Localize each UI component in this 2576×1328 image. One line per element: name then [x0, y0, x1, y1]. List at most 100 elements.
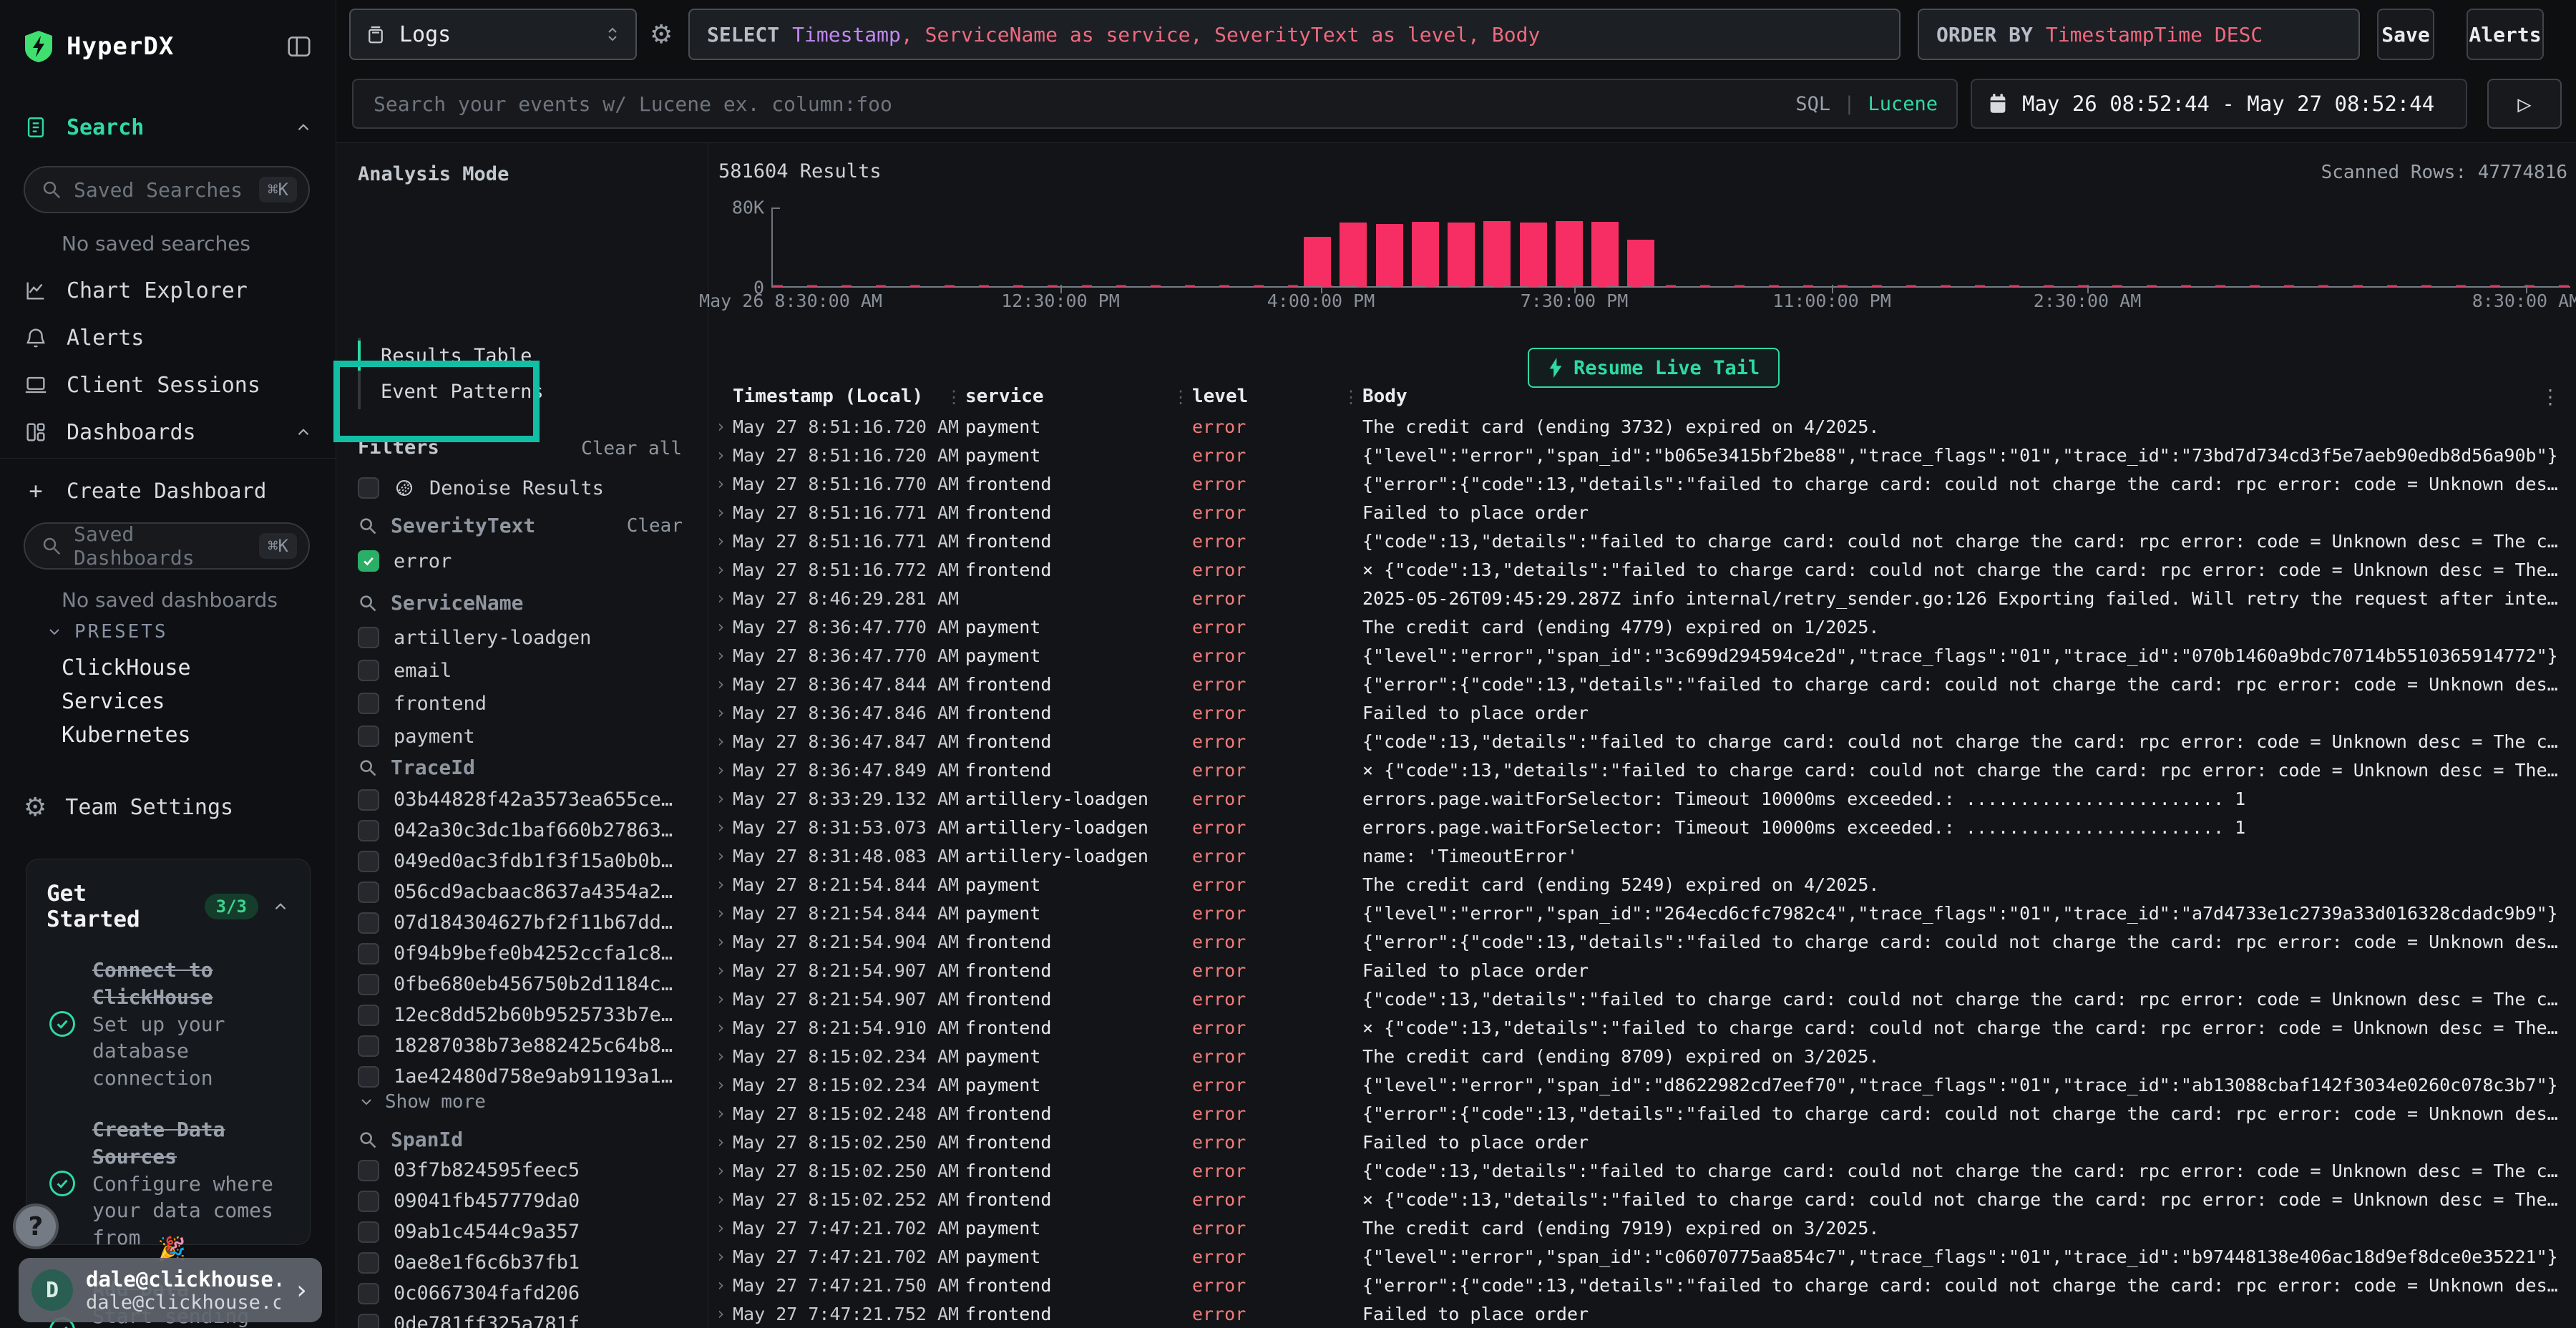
source-select[interactable]: Logs — [349, 9, 637, 60]
row-expand-chevron-icon[interactable]: › — [708, 1246, 733, 1266]
get-started-step[interactable]: Create Data Sources Configure where your… — [47, 1116, 290, 1251]
drag-handle-icon[interactable]: ⋮ — [945, 387, 962, 407]
row-expand-chevron-icon[interactable]: › — [708, 989, 733, 1009]
table-row[interactable]: › May 27 8:36:47.849 AM frontend error ×… — [708, 756, 2576, 784]
checkbox[interactable] — [358, 660, 379, 681]
table-row[interactable]: › May 27 8:36:47.844 AM frontend error {… — [708, 670, 2576, 698]
create-dashboard-button[interactable]: + Create Dashboard — [24, 471, 313, 511]
table-row[interactable]: › May 27 8:51:16.720 AM payment error {"… — [708, 441, 2576, 469]
table-row[interactable]: › May 27 8:21:54.904 AM frontend error {… — [708, 927, 2576, 956]
checkbox[interactable] — [358, 820, 379, 841]
table-row[interactable]: › May 27 8:15:02.250 AM frontend error F… — [708, 1128, 2576, 1156]
checkbox[interactable] — [358, 974, 379, 995]
filter-option[interactable]: artillery-loadgen — [358, 621, 687, 654]
row-expand-chevron-icon[interactable]: › — [708, 1017, 733, 1038]
checkbox[interactable] — [358, 1221, 379, 1243]
column-header-service[interactable]: ⋮service — [965, 386, 1192, 407]
row-expand-chevron-icon[interactable]: › — [708, 531, 733, 551]
row-expand-chevron-icon[interactable]: › — [708, 1103, 733, 1123]
table-row[interactable]: › May 27 7:47:21.702 AM payment error Th… — [708, 1214, 2576, 1242]
drag-handle-icon[interactable]: ⋮ — [1172, 387, 1189, 407]
row-expand-chevron-icon[interactable]: › — [708, 674, 733, 694]
row-expand-chevron-icon[interactable]: › — [708, 703, 733, 723]
sidebar-item-client-sessions[interactable]: Client Sessions — [24, 365, 313, 405]
drag-handle-icon[interactable]: ⋮ — [1342, 387, 1360, 407]
checkbox[interactable] — [358, 1252, 379, 1274]
row-expand-chevron-icon[interactable]: › — [708, 560, 733, 580]
table-row[interactable]: › May 27 8:21:54.910 AM frontend error ×… — [708, 1013, 2576, 1042]
table-row[interactable]: › May 27 8:51:16.772 AM frontend error ×… — [708, 555, 2576, 584]
table-row[interactable]: › May 27 8:15:02.250 AM frontend error {… — [708, 1156, 2576, 1185]
run-query-button[interactable]: ▷ — [2487, 79, 2562, 129]
chevron-up-icon[interactable] — [271, 897, 290, 916]
checkbox[interactable] — [358, 1314, 379, 1328]
row-expand-chevron-icon[interactable]: › — [708, 1304, 733, 1324]
table-row[interactable]: › May 27 8:21:54.907 AM frontend error {… — [708, 985, 2576, 1013]
table-row[interactable]: › May 27 8:36:47.847 AM frontend error {… — [708, 727, 2576, 756]
sidebar-collapse-icon[interactable] — [286, 33, 313, 60]
preset-item[interactable]: ClickHouse — [62, 651, 319, 685]
filter-option[interactable]: 07d184304627bf2f11b67dd… — [358, 907, 687, 938]
row-expand-chevron-icon[interactable]: › — [708, 645, 733, 665]
table-row[interactable]: › May 27 8:21:54.907 AM frontend error F… — [708, 956, 2576, 985]
filter-option[interactable]: 049ed0ac3fdb1f3f15a0b0b… — [358, 846, 687, 877]
table-row[interactable]: › May 27 7:47:21.752 AM frontend error F… — [708, 1299, 2576, 1328]
tab-results-table[interactable]: Results Table — [361, 338, 544, 374]
checkbox[interactable] — [358, 1066, 379, 1088]
order-by-input[interactable]: ORDER BY TimestampTime DESC — [1918, 9, 2360, 60]
select-clause-input[interactable]: SELECT Timestamp , ServiceName as servic… — [688, 9, 1901, 60]
search-icon[interactable] — [358, 516, 378, 536]
table-row[interactable]: › May 27 8:36:47.770 AM payment error Th… — [708, 612, 2576, 641]
lucene-toggle[interactable]: Lucene — [1868, 93, 1938, 115]
table-row[interactable]: › May 27 8:33:29.132 AM artillery-loadge… — [708, 784, 2576, 813]
search-icon[interactable] — [358, 1130, 378, 1150]
row-expand-chevron-icon[interactable]: › — [708, 932, 733, 952]
user-menu[interactable]: D dale@clickhouse.com dale@clickhouse.co… — [19, 1258, 322, 1322]
filter-option[interactable]: 0f94b9befe0b4252ccfa1c8… — [358, 938, 687, 969]
checkbox[interactable] — [358, 912, 379, 934]
row-expand-chevron-icon[interactable]: › — [708, 1132, 733, 1152]
denoise-results-option[interactable]: Denoise Results — [358, 474, 687, 502]
row-expand-chevron-icon[interactable]: › — [708, 731, 733, 751]
table-row[interactable]: › May 27 8:15:02.252 AM frontend error ×… — [708, 1185, 2576, 1214]
table-row[interactable]: › May 27 8:31:48.083 AM artillery-loadge… — [708, 841, 2576, 870]
filter-option[interactable]: 0fbe680eb456750b2d1184c… — [358, 969, 687, 1000]
filter-option[interactable]: 12ec8dd52b60b9525733b7e… — [358, 1000, 687, 1030]
row-expand-chevron-icon[interactable]: › — [708, 1161, 733, 1181]
checkbox[interactable] — [358, 627, 379, 648]
filter-option[interactable]: frontend — [358, 687, 687, 720]
table-row[interactable]: › May 27 8:51:16.771 AM frontend error F… — [708, 498, 2576, 527]
table-row[interactable]: › May 27 8:21:54.844 AM payment error Th… — [708, 870, 2576, 899]
search-icon[interactable] — [358, 758, 378, 778]
sidebar-item-alerts[interactable]: Alerts — [24, 318, 313, 358]
table-row[interactable]: › May 27 7:47:21.702 AM payment error {"… — [708, 1242, 2576, 1271]
table-row[interactable]: › May 27 8:51:16.720 AM payment error Th… — [708, 412, 2576, 441]
table-row[interactable]: › May 27 8:15:02.234 AM payment error Th… — [708, 1042, 2576, 1070]
table-row[interactable]: › May 27 8:36:47.770 AM payment error {"… — [708, 641, 2576, 670]
row-expand-chevron-icon[interactable]: › — [708, 960, 733, 980]
preset-item[interactable]: Kubernetes — [62, 718, 319, 752]
row-expand-chevron-icon[interactable]: › — [708, 874, 733, 894]
row-expand-chevron-icon[interactable]: › — [708, 617, 733, 637]
presets-section[interactable]: PRESETS — [46, 621, 168, 643]
alerts-button[interactable]: Alerts — [2467, 9, 2544, 60]
search-input[interactable] — [372, 92, 1781, 117]
filter-option[interactable]: 042a30c3dc1baf660b27863… — [358, 815, 687, 846]
filter-option[interactable]: 09041fb457779da0 — [358, 1186, 687, 1216]
sidebar-item-chart-explorer[interactable]: Chart Explorer — [24, 270, 313, 311]
checkbox[interactable] — [358, 1035, 379, 1057]
column-header-timestamp[interactable]: Timestamp (Local) — [708, 386, 965, 407]
table-row[interactable]: › May 27 8:46:29.281 AM error 2025-05-26… — [708, 584, 2576, 612]
get-started-step[interactable]: Connect to ClickHouse Set up your databa… — [47, 957, 290, 1092]
filter-option[interactable]: 0ae8e1f6c6b37fb1 — [358, 1247, 687, 1278]
saved-dashboards-input[interactable]: Saved Dashboards ⌘K — [24, 522, 310, 570]
clear-all-link[interactable]: Clear all — [581, 438, 682, 459]
table-row[interactable]: › May 27 8:21:54.844 AM payment error {"… — [708, 899, 2576, 927]
row-expand-chevron-icon[interactable]: › — [708, 588, 733, 608]
row-expand-chevron-icon[interactable]: › — [708, 817, 733, 837]
checkbox[interactable] — [358, 1191, 379, 1212]
save-button[interactable]: Save — [2377, 9, 2434, 60]
table-row[interactable]: › May 27 8:31:53.073 AM artillery-loadge… — [708, 813, 2576, 841]
row-expand-chevron-icon[interactable]: › — [708, 1218, 733, 1238]
sql-toggle[interactable]: SQL — [1795, 93, 1830, 115]
